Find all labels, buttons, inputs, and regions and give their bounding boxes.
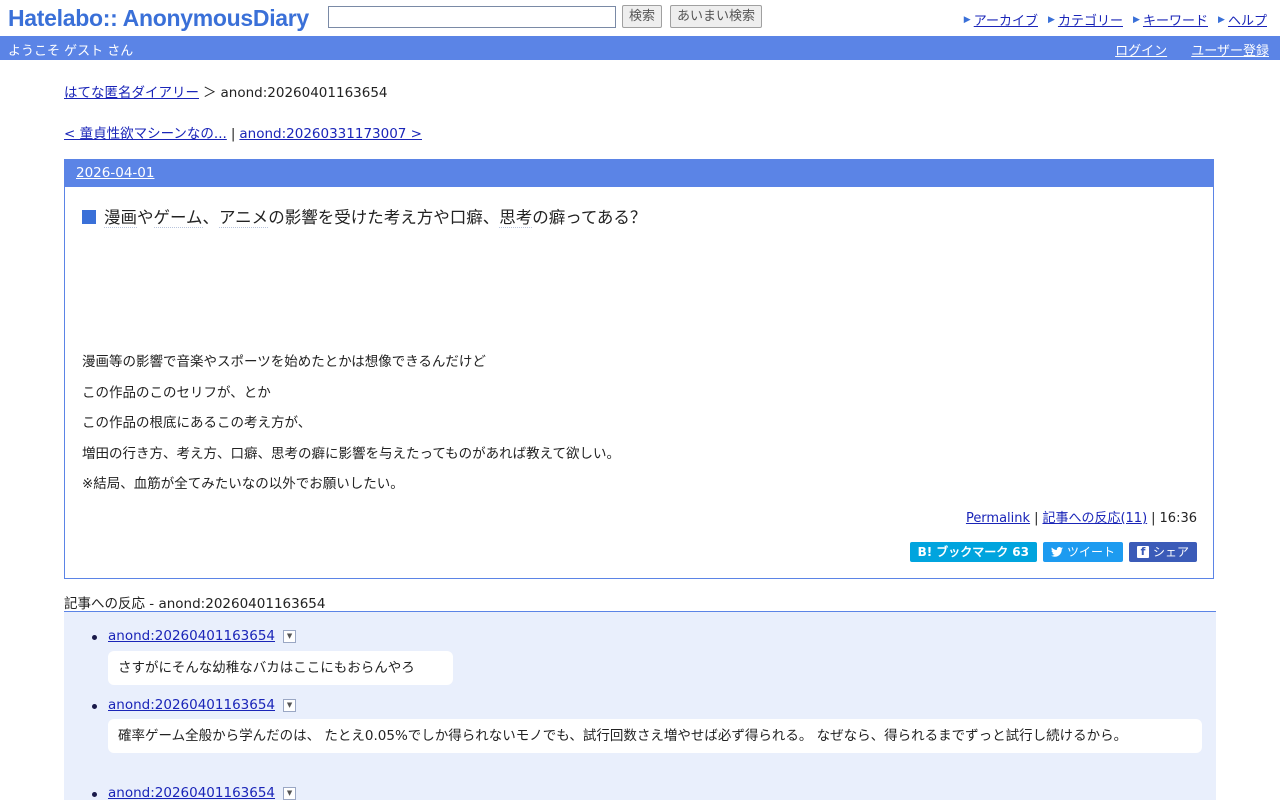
nav-arrow-icon: ▶ xyxy=(1132,14,1140,25)
reaction-head: anond:20260401163654 ▼ xyxy=(108,785,297,801)
entry-date[interactable]: 2026-04-01 xyxy=(76,165,154,181)
bookmark-count: 63 xyxy=(1012,545,1029,559)
nav-arrow-icon: ▶ xyxy=(1217,14,1225,25)
pager-divider: | xyxy=(230,126,236,142)
nav-link-archive[interactable]: アーカイブ xyxy=(974,10,1038,29)
permalink-link[interactable]: Permalink xyxy=(966,511,1030,526)
share-buttons: B! ブックマーク 63 ツイート f シェア xyxy=(909,542,1197,562)
reactions-count-link[interactable]: 記事への反応(11) xyxy=(1042,511,1147,526)
nav-link-category[interactable]: カテゴリー xyxy=(1058,10,1123,29)
twitter-bird-icon xyxy=(1050,547,1063,557)
tweet-button[interactable]: ツイート xyxy=(1042,542,1123,562)
hatena-bookmark-icon: B! xyxy=(917,545,933,559)
body-line: 漫画等の影響で音楽やスポーツを始めたとかは想像できるんだけど xyxy=(82,354,486,370)
reaction-link[interactable]: anond:20260401163654 xyxy=(108,697,275,713)
reaction-bubble: 確率ゲーム全般から学んだのは、 たとえ0.05%でしか得られないモノでも、試行回… xyxy=(108,719,1202,753)
bookmark-label: ブックマーク xyxy=(936,545,1009,559)
reactions-header-label: 記事への反応 - xyxy=(64,596,155,612)
welcome-bar: ようこそ ゲスト さん ログイン ユーザー登録 xyxy=(0,36,1280,60)
title-text: の癖ってある？ xyxy=(532,208,647,227)
hatena-bookmark-button[interactable]: B! ブックマーク 63 xyxy=(909,542,1037,562)
meta-divider: | xyxy=(1034,511,1039,526)
title-text: や xyxy=(137,208,154,227)
reaction-head: anond:20260401163654 ▼ xyxy=(108,697,297,713)
list-bullet xyxy=(92,704,97,709)
breadcrumb-home-link[interactable]: はてな匿名ダイアリー xyxy=(64,85,199,101)
body-line: この作品のこのセリフが、とか xyxy=(82,384,271,401)
meta-divider: | xyxy=(1151,511,1156,526)
nav-arrow-icon: ▶ xyxy=(1047,14,1055,25)
entry-title: 漫画やゲーム、アニメの影響を受けた考え方や口癖、思考の癖ってある？ xyxy=(82,204,646,228)
entry-body: 漫画等の影響で音楽やスポーツを始めたとかは想像できるんだけど この作品のこのセリ… xyxy=(82,347,620,500)
tweet-label: ツイート xyxy=(1066,545,1115,559)
entry-date-bar: 2026-04-01 xyxy=(65,160,1213,187)
title-keyword[interactable]: 思考 xyxy=(499,208,533,228)
reaction-bubble: さすがにそんな幼稚なバカはここにもおらんやろ xyxy=(108,651,453,685)
nav-item-help[interactable]: ▶ ヘルプ xyxy=(1218,10,1267,29)
login-link[interactable]: ログイン xyxy=(1115,44,1167,59)
top-nav: ▶ アーカイブ ▶ カテゴリー ▶ キーワード ▶ ヘルプ xyxy=(954,10,1267,29)
reaction-head: anond:20260401163654 ▼ xyxy=(108,628,297,644)
title-text: の影響を受けた考え方や口癖、 xyxy=(268,208,500,227)
reactions-header-id: anond:20260401163654 xyxy=(158,596,326,612)
entry-box: 2026-04-01 漫画やゲーム、アニメの影響を受けた考え方や口癖、思考の癖っ… xyxy=(64,159,1214,579)
next-entry-link[interactable]: anond:20260331173007 > xyxy=(239,126,422,142)
body-line: 増田の行き方、考え方、口癖、思考の癖に影響を与えたってものがあれば教えて欲しい。 xyxy=(82,445,620,462)
nav-link-keyword[interactable]: キーワード xyxy=(1143,10,1208,29)
list-bullet xyxy=(92,635,97,640)
breadcrumb: はてな匿名ダイアリー＞ anond:20260401163654 xyxy=(64,81,388,101)
entry-time: 16:36 xyxy=(1159,511,1197,526)
title-keyword[interactable]: ゲーム xyxy=(153,208,203,228)
title-text: 、 xyxy=(202,208,220,227)
entry-square-icon[interactable] xyxy=(82,210,96,224)
nav-item-keyword[interactable]: ▶ キーワード xyxy=(1133,10,1208,29)
breadcrumb-current: anond:20260401163654 xyxy=(220,85,388,101)
nav-item-category[interactable]: ▶ カテゴリー xyxy=(1048,10,1123,29)
title-keyword[interactable]: アニメ xyxy=(219,208,269,228)
fuzzy-search-button[interactable]: あいまい検索 xyxy=(670,5,762,28)
entry-pager: < 童貞性欲マシーンなの... | anond:20260331173007 > xyxy=(64,122,422,142)
nav-item-archive[interactable]: ▶ アーカイブ xyxy=(964,10,1038,29)
header: Hatelabo:: AnonymousDiary 検索 あいまい検索 ▶ アー… xyxy=(0,0,1280,36)
register-link[interactable]: ユーザー登録 xyxy=(1191,44,1269,59)
nav-arrow-icon: ▶ xyxy=(963,14,971,25)
body-line: ※結局、血筋が全てみたいなの以外でお願いしたい。 xyxy=(82,476,404,492)
reaction-link[interactable]: anond:20260401163654 xyxy=(108,785,275,801)
reactions-list: anond:20260401163654 ▼ さすがにそんな幼稚なバカはここにも… xyxy=(64,612,1216,801)
facebook-icon: f xyxy=(1136,546,1149,558)
prev-entry-link[interactable]: < 童貞性欲マシーンなの... xyxy=(64,126,227,142)
nav-link-help[interactable]: ヘルプ xyxy=(1228,10,1267,29)
reaction-link[interactable]: anond:20260401163654 xyxy=(108,628,275,644)
facebook-share-button[interactable]: f シェア xyxy=(1128,542,1197,562)
site-logo[interactable]: Hatelabo:: AnonymousDiary xyxy=(8,5,309,32)
chevron-down-icon[interactable]: ▼ xyxy=(283,629,297,643)
chevron-down-icon[interactable]: ▼ xyxy=(283,786,297,800)
reactions-header: 記事への反応 - anond:20260401163654 xyxy=(64,592,1216,612)
chevron-down-icon[interactable]: ▼ xyxy=(283,698,297,712)
welcome-message: ようこそ ゲスト さん xyxy=(8,44,134,59)
breadcrumb-separator: ＞ xyxy=(203,85,217,101)
title-keyword[interactable]: 漫画 xyxy=(104,208,137,228)
facebook-share-label: シェア xyxy=(1152,545,1189,559)
entry-meta: Permalink | 記事への反応(11) | 16:36 xyxy=(966,507,1197,526)
search-input[interactable] xyxy=(328,6,616,28)
account-links: ログイン ユーザー登録 xyxy=(1095,40,1269,59)
list-bullet xyxy=(92,792,97,797)
search-button[interactable]: 検索 xyxy=(622,5,662,28)
body-line: この作品の根底にあるこの考え方が、 xyxy=(82,415,312,431)
